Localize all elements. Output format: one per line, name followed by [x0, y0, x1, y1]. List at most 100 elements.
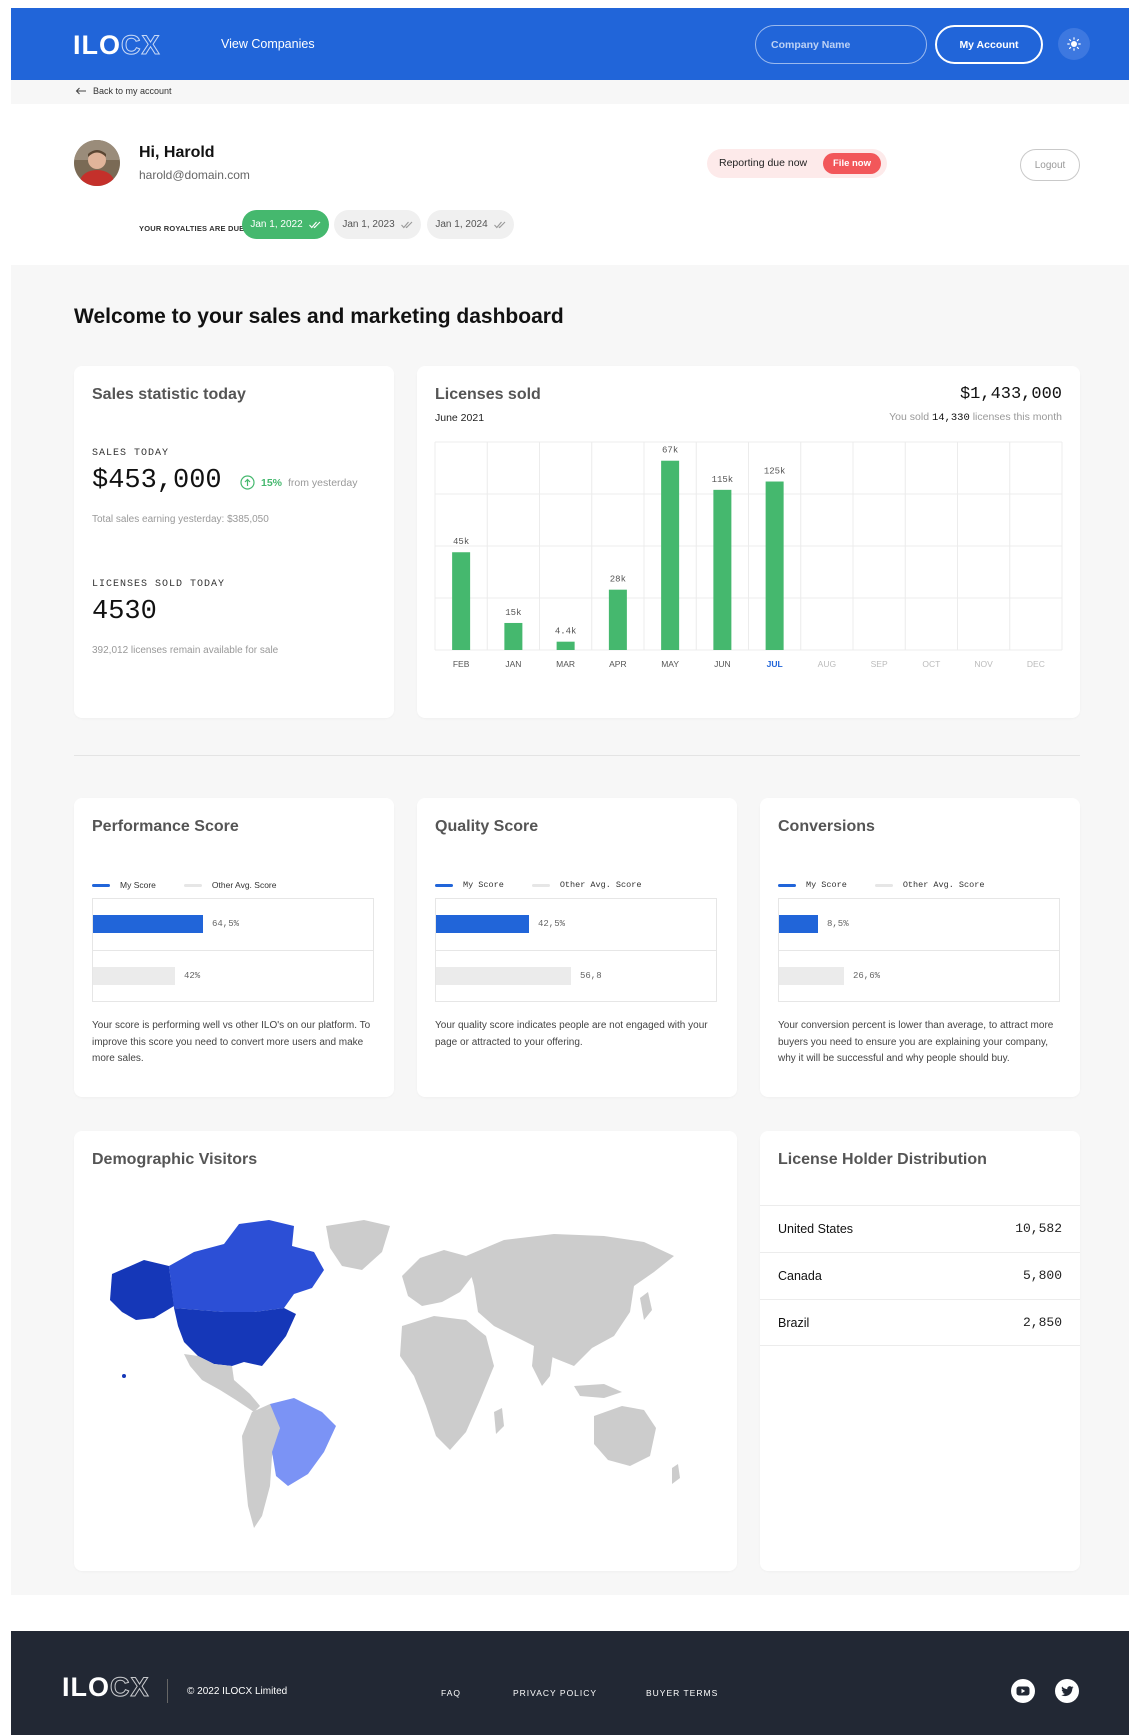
legend-my-label: My Score	[463, 880, 504, 890]
card-title: Quality Score	[435, 818, 539, 835]
score-legend: My Score Other Avg. Score	[435, 880, 641, 890]
chart-data-label: 4.4k	[555, 627, 577, 637]
twitter-icon	[1060, 1685, 1074, 1696]
licenses-total: $1,433,000	[959, 385, 1062, 404]
other-score-value: 26,6%	[853, 971, 881, 981]
logout-button[interactable]: Logout	[1020, 149, 1080, 181]
reporting-due-text: Reporting due now	[719, 157, 808, 169]
footer-link-buyer-terms[interactable]: BUYER TERMS	[646, 1688, 718, 1698]
table-row[interactable]: Canada 5,800	[760, 1252, 1080, 1299]
legend-swatch-other	[183, 883, 202, 887]
my-score-bar	[93, 915, 203, 933]
legend-swatch-my	[778, 883, 796, 887]
theme-toggle-button[interactable]	[1058, 28, 1090, 60]
legend-swatch-my	[435, 883, 453, 887]
chart-bar-apr[interactable]	[608, 589, 627, 650]
footer-logo[interactable]: ILOCX	[62, 1672, 150, 1703]
chart-tick-label: NOV	[974, 659, 993, 669]
other-score-bar	[779, 967, 844, 985]
other-score-bar	[93, 967, 175, 985]
chart-tick-label: AUG	[818, 659, 836, 669]
chart-tick-label: MAY	[661, 659, 679, 669]
legend-other-label: Other Avg. Score	[902, 880, 985, 890]
chart-tick-label: JUN	[714, 659, 731, 669]
chart-data-label: 125k	[764, 467, 786, 477]
legend-other-label: Other Avg. Score	[211, 880, 277, 890]
map-region-japan	[640, 1292, 652, 1320]
nav-view-companies[interactable]: View Companies	[221, 37, 315, 51]
score-legend: My Score Other Avg. Score	[92, 880, 276, 890]
yesterday-earnings: Total sales earning yesterday: $385,050	[92, 514, 269, 525]
my-score-value: 42,5%	[538, 919, 566, 929]
card-title: License Holder Distribution	[778, 1151, 987, 1168]
company-name-input[interactable]	[755, 25, 927, 64]
my-account-button[interactable]: My Account	[935, 25, 1043, 64]
file-now-button[interactable]: File now	[823, 153, 881, 174]
my-score-value: 8,5%	[827, 919, 849, 929]
chart-tick-label: JUL	[767, 659, 783, 669]
table-row[interactable]: Brazil 2,850	[760, 1299, 1080, 1346]
chart-bar-jun[interactable]	[713, 489, 732, 650]
chart-tick-label: APR	[609, 659, 626, 669]
map-region-indonesia	[574, 1384, 622, 1398]
chart-tick-label: DEC	[1027, 659, 1045, 669]
legend-my-label: My Score	[120, 880, 156, 890]
greeting: Hi, Harold	[139, 144, 215, 161]
chart-tick-label: OCT	[922, 659, 940, 669]
map-region-hawaii	[122, 1374, 126, 1378]
map-region-brazil	[270, 1398, 336, 1486]
card-title: Performance Score	[92, 818, 239, 835]
map-region-alaska	[110, 1260, 174, 1320]
table-row[interactable]: United States 10,582	[760, 1205, 1080, 1252]
card-title: Demographic Visitors	[92, 1151, 258, 1168]
my-score-bar	[436, 915, 529, 933]
legend-swatch-other	[531, 883, 550, 887]
youtube-button[interactable]	[1011, 1679, 1035, 1703]
double-check-icon	[308, 221, 321, 228]
chart-bar-may[interactable]	[661, 460, 680, 650]
licenses-remaining: 392,012 licenses remain available for sa…	[92, 645, 279, 656]
sales-today-value: $453,000	[92, 466, 222, 496]
sales-change-text: from yesterday	[288, 476, 358, 489]
page-title: Welcome to your sales and marketing dash…	[74, 305, 564, 328]
back-strip	[11, 80, 1129, 104]
chart-tick-label: JAN	[505, 659, 521, 669]
footer	[11, 1631, 1129, 1735]
my-score-value: 64,5%	[212, 919, 240, 929]
chart-bar-mar[interactable]	[556, 641, 575, 650]
score-bars: 8,5% 26,6%	[778, 898, 1060, 1002]
card-title: Licenses sold	[435, 386, 541, 403]
footer-link-privacy[interactable]: PRIVACY POLICY	[513, 1688, 597, 1698]
avatar[interactable]	[74, 140, 120, 186]
logo[interactable]: ILOCX	[73, 30, 161, 61]
chart-data-label: 115k	[712, 475, 734, 485]
chart-data-label: 28k	[610, 575, 626, 585]
legend-my-label: My Score	[806, 880, 847, 890]
demographic-card: Demographic Visitors	[74, 1131, 737, 1571]
double-check-icon	[400, 221, 413, 228]
footer-copyright: © 2022 ILOCX Limited	[187, 1686, 288, 1697]
legend-other-label: Other Avg. Score	[559, 880, 642, 890]
page-frame: ILOCX View Companies My Account Back to …	[11, 8, 1129, 1735]
world-map	[110, 1220, 680, 1528]
chart-bar-jan[interactable]	[504, 622, 523, 650]
footer-link-faq[interactable]: FAQ	[441, 1688, 461, 1698]
map-region-europe	[402, 1250, 474, 1306]
licenses-today-label: LICENSES SOLD TODAY	[92, 579, 226, 590]
score-description: Your conversion percent is lower than av…	[778, 1020, 1054, 1064]
score-card-2: Quality Score My Score Other Avg. Score …	[417, 798, 737, 1097]
royalty-date-2024[interactable]: Jan 1, 2024	[427, 210, 514, 239]
chart-bar-jul[interactable]	[765, 481, 784, 650]
twitter-button[interactable]	[1055, 1679, 1079, 1703]
card-title: Sales statistic today	[92, 386, 246, 403]
chart-bar-feb[interactable]	[452, 552, 471, 650]
arrow-up-circle-icon	[240, 475, 255, 490]
chart-data-label: 67k	[662, 446, 678, 456]
footer-divider	[167, 1679, 168, 1703]
back-to-account-link[interactable]: Back to my account	[75, 86, 172, 96]
royalty-date-2022[interactable]: Jan 1, 2022	[242, 210, 329, 239]
back-link-label: Back to my account	[93, 86, 172, 96]
royalty-date-2023[interactable]: Jan 1, 2023	[334, 210, 421, 239]
map-region-canada	[169, 1220, 324, 1312]
legend-swatch-other	[874, 883, 893, 887]
